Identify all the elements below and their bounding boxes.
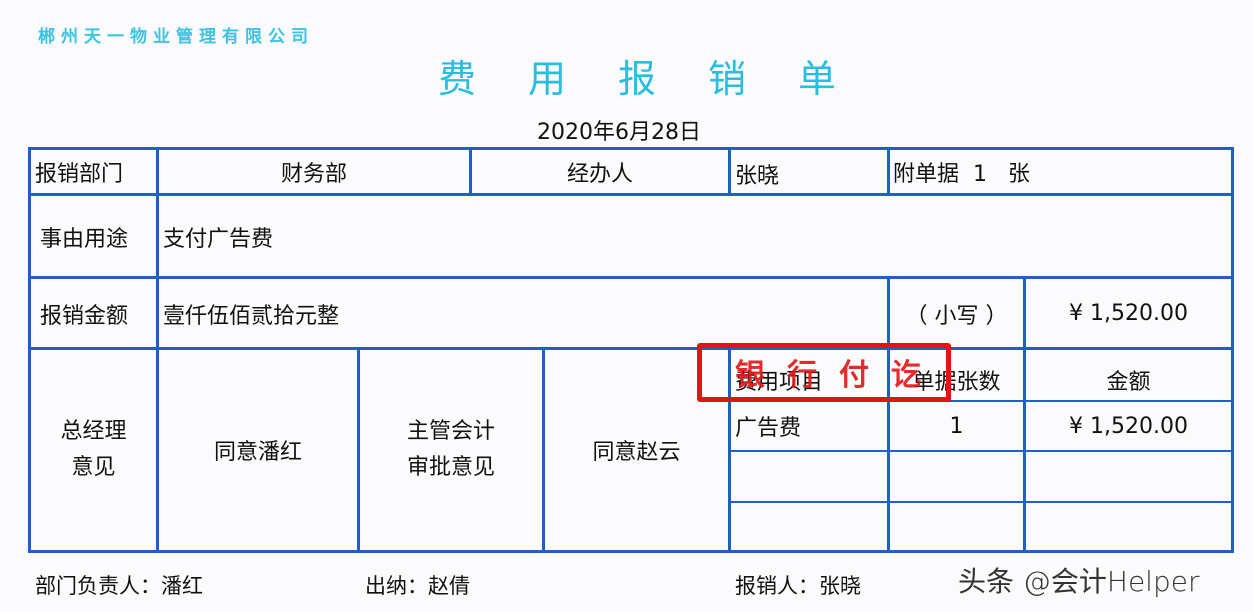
item-category: 广告费 (735, 416, 802, 441)
company-name: 郴州天一物业管理有限公司 (38, 27, 314, 47)
purpose-label: 事由用途 (40, 226, 129, 252)
handler-label: 经办人 (566, 162, 633, 187)
item-count: 1 (949, 413, 964, 439)
amount-label: 报销金额 (40, 303, 129, 329)
item-count (890, 452, 1023, 501)
watermark: 头条 @会计Helper (958, 565, 1200, 598)
dept-label: 报销部门 (35, 162, 124, 187)
amount-in-words: 壹仟伍佰贰拾元整 (163, 303, 340, 329)
item-amount (1026, 452, 1231, 501)
form-title: 费用报销单 (438, 57, 889, 101)
gm-opinion-label: 总经理 意见 (31, 350, 156, 550)
chief-accountant-label-line1: 主管会计 (406, 419, 495, 444)
lowercase-label: （ 小写 ） (905, 303, 1008, 329)
bank-paid-stamp-text: 银行付讫 (735, 358, 943, 393)
item-count (890, 503, 1023, 550)
chief-accountant-label: 主管会计 审批意见 (360, 350, 542, 550)
purpose-value: 支付广告费 (163, 226, 274, 252)
grid-line (887, 147, 890, 195)
items-header-amount: 金额 (1106, 370, 1151, 395)
item-amount: ¥ 1,520.00 (1069, 413, 1188, 439)
dept-head-signature: 部门负责人：潘红 (35, 574, 203, 598)
gm-label-line2: 意见 (71, 455, 116, 480)
item-amount (1026, 503, 1231, 550)
gm-label-line1: 总经理 (60, 419, 127, 444)
dept-value: 财务部 (280, 162, 347, 187)
gm-opinion-value: 同意潘红 (213, 440, 302, 465)
attachments-count: 附单据 1 张 (893, 162, 1030, 187)
handler-value: 张晓 (735, 164, 780, 189)
grid-line (728, 147, 731, 195)
cashier-signature: 出纳：赵倩 (365, 574, 470, 598)
grid-line (28, 550, 1234, 553)
grid-line (1231, 147, 1234, 553)
form-date: 2020年6月28日 (537, 120, 701, 145)
claimant-signature: 报销人：张晓 (735, 574, 861, 598)
amount-figure: ¥ 1,520.00 (1069, 301, 1188, 326)
chief-accountant-label-line2: 审批意见 (406, 455, 495, 480)
